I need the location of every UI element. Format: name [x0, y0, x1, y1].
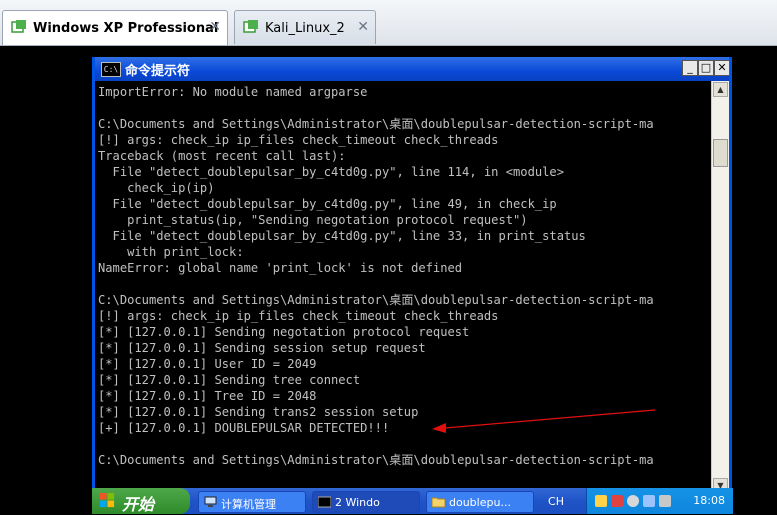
computer-icon — [204, 496, 217, 507]
windows-logo-icon — [100, 493, 115, 508]
console-icon — [318, 496, 331, 508]
tray-app-icon[interactable] — [595, 495, 607, 507]
taskbar-item-cmd[interactable]: 2 Windo — [312, 491, 420, 513]
taskbar: 开始 计算机管理 2 Windo doublepu... CH 18:08 — [92, 488, 733, 514]
taskbar-item-computer-management[interactable]: 计算机管理 — [198, 491, 306, 513]
language-indicator[interactable]: CH — [537, 491, 575, 513]
tray-security-icon[interactable] — [611, 495, 623, 507]
tray-volume-icon[interactable] — [659, 495, 671, 507]
taskbar-item-label: 2 Windo — [335, 496, 380, 509]
system-tray: 18:08 — [586, 488, 733, 514]
taskbar-item-label: doublepu... — [449, 496, 511, 509]
tray-info-icon[interactable] — [643, 495, 655, 507]
taskbar-item-label: 计算机管理 — [221, 498, 276, 511]
clock: 18:08 — [693, 494, 725, 507]
taskbar-item-folder[interactable]: doublepu... — [426, 491, 534, 513]
folder-icon — [432, 497, 445, 508]
start-label: 开始 — [122, 495, 155, 514]
annotation-arrow-icon — [432, 409, 656, 433]
tray-network-icon[interactable] — [627, 495, 639, 507]
start-button[interactable]: 开始 — [92, 488, 190, 514]
